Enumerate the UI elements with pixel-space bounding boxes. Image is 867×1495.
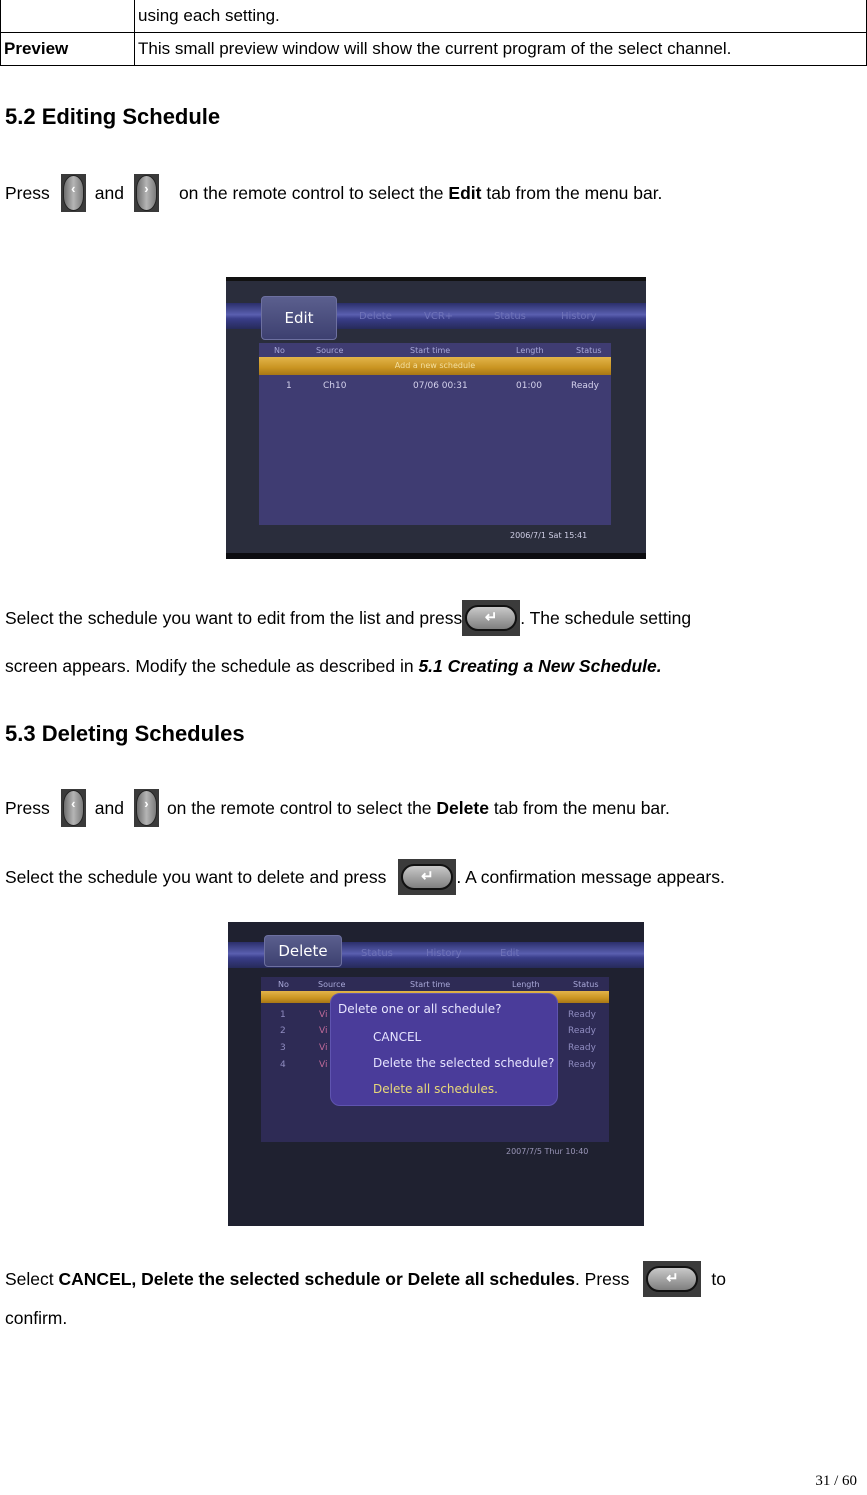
col-length: Length: [516, 346, 544, 355]
text: on the remote control to select the: [166, 797, 432, 818]
instruction-modify: screen appears. Modify the schedule as d…: [5, 656, 662, 677]
col-length: Length: [512, 980, 540, 989]
text: . A confirmation message appears.: [456, 866, 725, 887]
instruction-select-delete: Select the schedule you want to delete a…: [5, 858, 725, 896]
right-arrow-key-icon: ›: [133, 789, 159, 827]
settings-table: using each setting. Preview This small p…: [0, 0, 867, 66]
row1-source: Ch10: [323, 381, 347, 391]
left-arrow-key-icon: ‹: [60, 789, 86, 827]
text: Select the schedule you want to edit fro…: [5, 607, 463, 628]
left-glyph: ‹: [71, 796, 76, 811]
left-glyph: ‹: [71, 181, 76, 196]
add-new-schedule-label: Add a new schedule: [394, 361, 476, 370]
col-status: Status: [573, 980, 599, 989]
col-source: Source: [316, 346, 344, 355]
row-source: Vi: [319, 1026, 328, 1036]
text: to: [711, 1268, 727, 1289]
text: Select: [5, 1268, 54, 1289]
row-no: 2: [280, 1026, 286, 1036]
enter-key-icon: ↵: [398, 859, 457, 895]
row1-no: 1: [286, 381, 292, 391]
row-source: Vi: [319, 1043, 328, 1053]
table-label: Preview: [0, 31, 135, 66]
row1-status: Ready: [571, 381, 599, 391]
timestamp: 2007/7/5 Thur 10:40: [506, 1147, 589, 1156]
section-heading-deleting: 5.3 Deleting Schedules: [5, 721, 245, 746]
instruction-confirm: Select CANCEL, Delete the selected sched…: [5, 1260, 726, 1298]
edit-tab-screenshot: Edit Delete VCR+ Status History No Sourc…: [226, 277, 646, 559]
delete-tab-screenshot: Delete Status History Edit No Source Sta…: [228, 922, 644, 1226]
tab-status: Status: [361, 948, 393, 959]
table-row: using each setting.: [0, 0, 867, 33]
col-start-time: Start time: [410, 346, 451, 355]
row-status: Ready: [568, 1010, 596, 1020]
text: tab from the menu bar.: [493, 797, 670, 818]
page-number: 31 / 60: [815, 1473, 857, 1489]
tab-status: Status: [494, 311, 526, 322]
cross-reference-link: 5.1 Creating a New Schedule.: [418, 656, 662, 676]
right-glyph: ›: [144, 181, 149, 196]
enter-glyph: ↵: [421, 868, 434, 885]
row-status: Ready: [568, 1060, 596, 1070]
dialog-option-cancel[interactable]: CANCEL: [373, 1030, 421, 1044]
table-label: [0, 0, 135, 33]
col-status: Status: [576, 346, 602, 355]
dialog-question: Delete one or all schedule?: [338, 1002, 502, 1016]
instruction-press-delete: Press ‹ and › on the remote control to s…: [5, 786, 670, 830]
col-no: No: [274, 346, 285, 355]
tab-edit: Edit: [500, 948, 520, 959]
instruction-select-edit: Select the schedule you want to edit fro…: [5, 600, 691, 636]
tab-delete: Delete: [359, 311, 392, 322]
dialog-option-delete-all[interactable]: Delete all schedules.: [373, 1082, 498, 1096]
table-desc: using each setting.: [134, 0, 867, 33]
tab-history: History: [561, 311, 597, 322]
text: and: [94, 182, 124, 203]
left-arrow-key-icon: ‹: [60, 174, 86, 212]
tab-vcr: VCR+: [424, 311, 454, 322]
tab-edit-active: Edit: [261, 296, 337, 340]
text: on the remote control to select the: [178, 182, 444, 203]
row1-length: 01:00: [516, 381, 542, 391]
text: Press: [5, 797, 50, 818]
row-source: Vi: [319, 1060, 328, 1070]
text: Press: [5, 182, 50, 203]
bold-text: Edit: [448, 182, 482, 203]
text: . Press: [574, 1268, 630, 1289]
col-source: Source: [318, 980, 346, 989]
col-no: No: [278, 980, 289, 989]
right-arrow-key-icon: ›: [133, 174, 159, 212]
tab-delete-active: Delete: [264, 935, 342, 967]
dialog-option-delete-selected[interactable]: Delete the selected schedule?: [373, 1056, 554, 1070]
row-status: Ready: [568, 1043, 596, 1053]
enter-key-icon: ↵: [462, 600, 521, 636]
text: Select the schedule you want to delete a…: [5, 866, 387, 887]
instruction-confirm-cont: confirm.: [5, 1308, 67, 1329]
timestamp: 2006/7/1 Sat 15:41: [510, 531, 588, 540]
row-source: Vi: [319, 1010, 328, 1020]
enter-glyph: ↵: [484, 609, 498, 626]
table-desc: This small preview window will show the …: [134, 31, 867, 66]
enter-key-icon: ↵: [643, 1261, 702, 1297]
row1-start: 07/06 00:31: [413, 381, 468, 391]
add-new-schedule-row[interactable]: Add a new schedule: [259, 357, 611, 375]
right-glyph: ›: [144, 796, 149, 811]
col-start-time: Start time: [410, 980, 451, 989]
delete-confirm-dialog: Delete one or all schedule? CANCEL Delet…: [330, 993, 558, 1106]
row-status: Ready: [568, 1026, 596, 1036]
enter-glyph: ↵: [666, 1270, 679, 1287]
instruction-press-edit: Press ‹ and › on the remote control to s…: [5, 168, 662, 218]
table-row: Preview This small preview window will s…: [0, 31, 867, 66]
text: and: [94, 797, 124, 818]
bold-text: Delete: [436, 797, 489, 818]
text: screen appears. Modify the schedule as d…: [5, 656, 414, 676]
row-no: 1: [280, 1010, 286, 1020]
bold-text: CANCEL, Delete the selected schedule or …: [58, 1268, 575, 1289]
row-no: 4: [280, 1060, 286, 1070]
row-no: 3: [280, 1043, 286, 1053]
text: confirm.: [5, 1308, 68, 1328]
section-heading-editing: 5.2 Editing Schedule: [5, 104, 221, 129]
tab-history: History: [426, 948, 462, 959]
text: tab from the menu bar.: [486, 182, 663, 203]
text: . The schedule setting: [520, 607, 692, 628]
